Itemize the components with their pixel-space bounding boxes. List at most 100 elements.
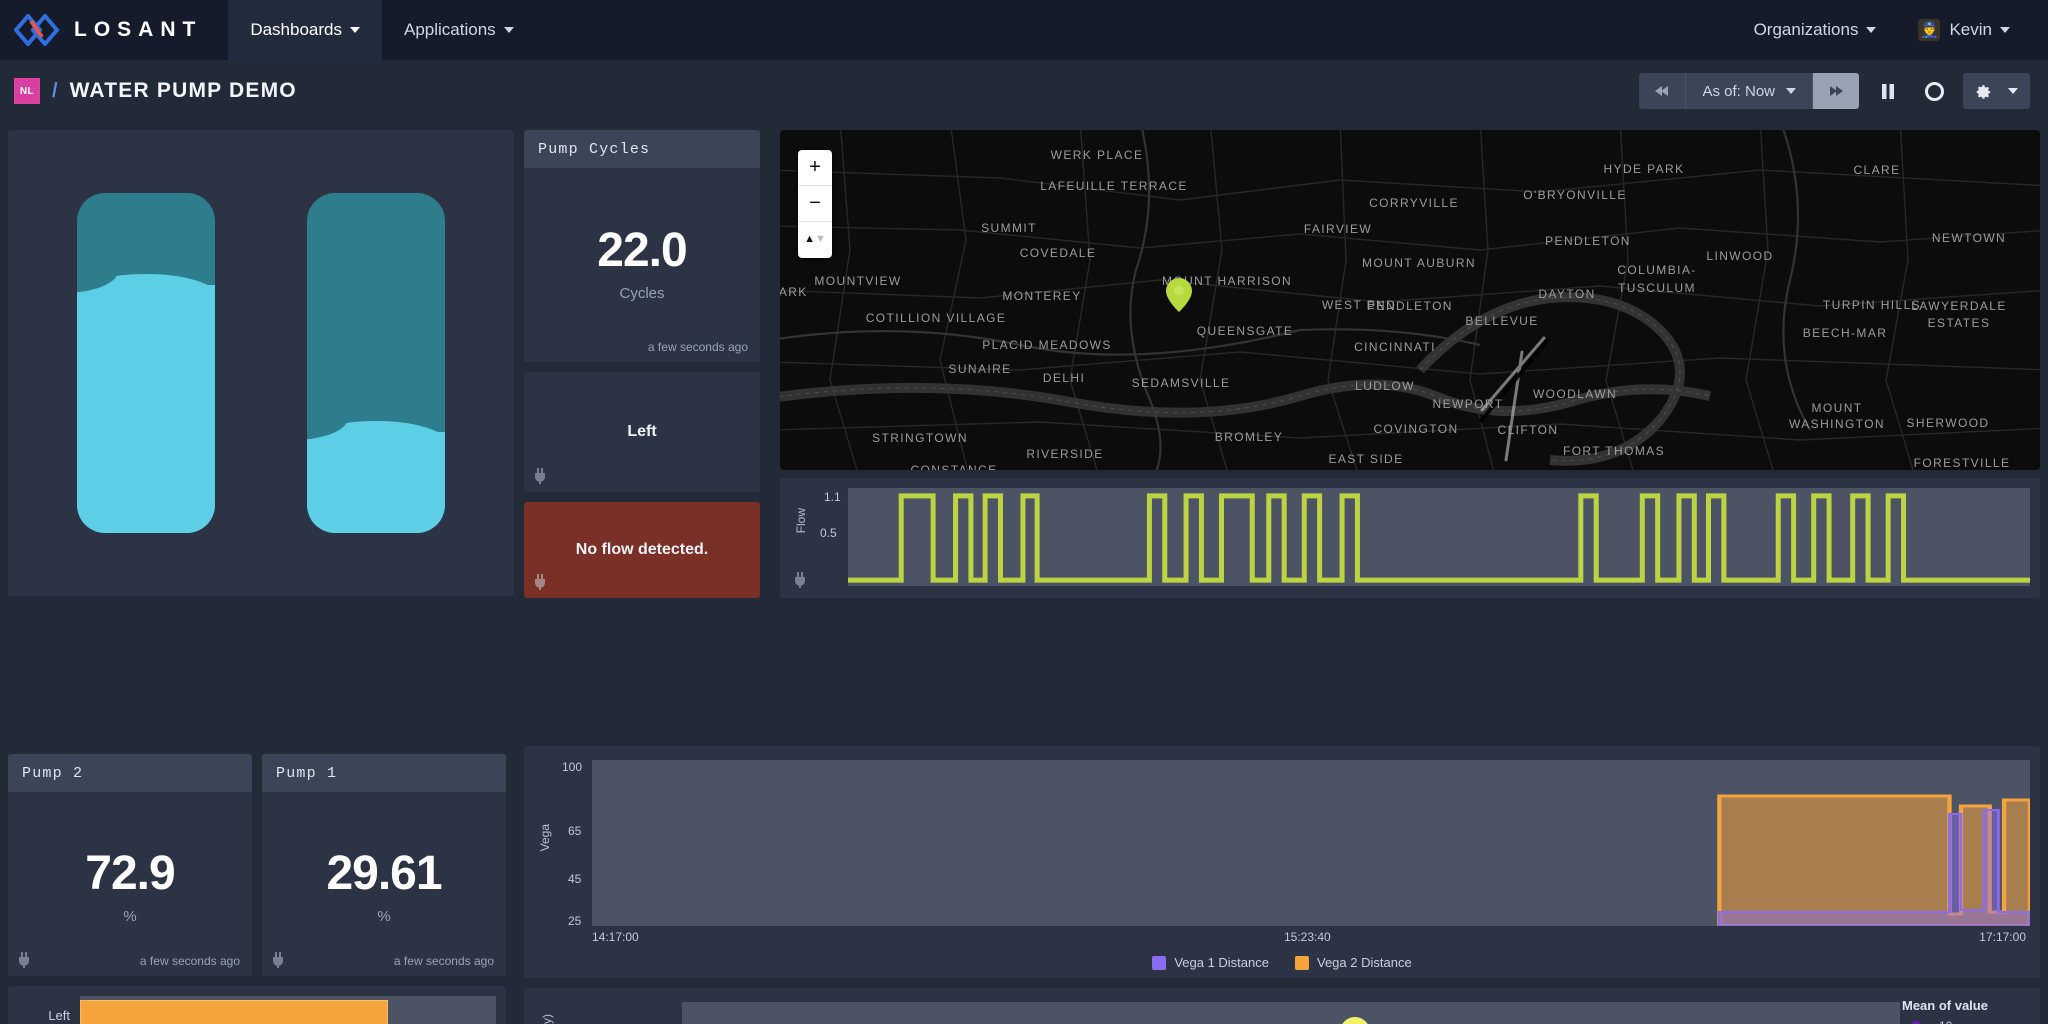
map-label: MONTEREY	[1002, 289, 1082, 303]
map-label: BROMLEY	[1214, 430, 1284, 444]
user-avatar-icon: 👮	[1918, 19, 1941, 41]
scatter-axis-label: time (day)	[540, 1014, 554, 1024]
plug-icon	[534, 574, 546, 590]
flow-axis-label: Flow	[794, 508, 808, 534]
map-label: COTILLION VILLAGE	[865, 311, 1007, 325]
pump2-value-group: 72.9 %	[8, 849, 252, 925]
map-label: O'BRYONVILLE	[1523, 188, 1627, 202]
scatter-legend: Mean of value 10 20 30	[1902, 998, 2030, 1024]
map-label: STRINGTOWN	[872, 431, 968, 445]
map-label: FORT THOMAS	[1562, 444, 1666, 458]
pump-cycles-timestamp: a few seconds ago	[647, 340, 748, 354]
zoom-out-button[interactable]: −	[798, 186, 832, 222]
gear-icon	[1976, 84, 1991, 99]
as-of-selector[interactable]: As of: Now	[1685, 73, 1813, 109]
vega-xtick-end: 17:17:00	[1979, 930, 2026, 944]
brand[interactable]: LOSANT	[0, 0, 228, 60]
map-label: PLACID MEADOWS	[982, 338, 1112, 352]
pump1-block[interactable]: Pump 1 29.61 % a few seconds ago	[262, 754, 506, 976]
map-zoom-controls[interactable]: + − ▲ ▼	[798, 150, 832, 258]
as-of-label: As of: Now	[1702, 82, 1775, 100]
chevron-down-icon	[1786, 88, 1796, 94]
no-flow-alert-label: No flow detected.	[575, 541, 709, 558]
app-badge[interactable]: NL	[14, 78, 40, 104]
nav-item-dashboards[interactable]: Dashboards	[228, 0, 382, 60]
pump2-timestamp: a few seconds ago	[139, 954, 240, 968]
vega1-legend-label: Vega 1 Distance	[1174, 955, 1269, 970]
map-label: WOODLAWN	[1532, 387, 1618, 401]
nav-item-organizations[interactable]: Organizations	[1738, 20, 1893, 40]
map-tilt-button[interactable]: ▲ ▼	[798, 222, 832, 258]
scatter-point-1	[1340, 1017, 1370, 1024]
scatter-legend-item-10[interactable]: 10	[1902, 1019, 2030, 1024]
no-flow-alert-block[interactable]: No flow detected.	[524, 502, 760, 598]
map-pin-icon[interactable]	[1166, 278, 1192, 312]
pump2-block[interactable]: Pump 2 72.9 % a few seconds ago	[8, 754, 252, 976]
map-label: SEDAMSVILLE	[1131, 376, 1231, 390]
zoom-in-button[interactable]: +	[798, 150, 832, 186]
plug-icon	[272, 952, 284, 968]
plug-icon	[534, 468, 546, 484]
pump1-value: 29.61	[326, 846, 442, 900]
map-label: DAYTON	[1538, 287, 1596, 301]
pump-cycles-block[interactable]: Pump Cycles 22.0 Cycles a few seconds ag…	[524, 130, 760, 362]
chevron-down-icon	[350, 27, 360, 33]
user-menu[interactable]: 👮 Kevin	[1902, 19, 2026, 41]
pump-cycles-header: Pump Cycles	[524, 130, 760, 168]
map-label: COVINGTON	[1373, 422, 1459, 436]
pause-icon	[1882, 83, 1894, 99]
map-label: LINWOOD	[1706, 249, 1774, 263]
tank-fill-right	[307, 418, 445, 533]
rewind-icon	[1655, 86, 1669, 96]
vega2-legend-swatch	[1295, 955, 1309, 970]
time-forward-button[interactable]	[1813, 73, 1859, 109]
dashboard-header: NL / WATER PUMP DEMO As of: Now	[0, 60, 2048, 122]
breadcrumb-separator: /	[52, 79, 58, 102]
nav-item-applications[interactable]: Applications	[382, 0, 536, 60]
dual-tank-gauge-block[interactable]	[8, 130, 514, 596]
nav-right-group: Organizations 👮 Kevin	[1738, 0, 2048, 60]
map-label: CINCINNATI	[1354, 340, 1436, 354]
vega1-legend-swatch	[1152, 955, 1167, 970]
dashboard-grid: Pump Cycles 22.0 Cycles a few seconds ag…	[0, 122, 2048, 1024]
map-label: LAFEUILLE TERRACE	[1040, 179, 1188, 193]
tank-gauge-right	[307, 193, 445, 533]
left-indicator-block[interactable]: Left	[524, 372, 760, 492]
scatter-legend-title: Mean of value	[1902, 998, 1988, 1013]
map-label: EAST SIDE	[1328, 452, 1404, 466]
map-label: TURPIN HILLS	[1822, 298, 1922, 312]
vega-plot-area	[592, 760, 2033, 928]
flow-chart-block[interactable]: Flow 1.1 0.5	[780, 478, 2040, 598]
map-label: RIVERSIDE	[1026, 447, 1104, 461]
map-label: SUNAIRE	[948, 362, 1012, 376]
map-label: ESTATES	[1927, 316, 1991, 330]
left-indicator-label: Left	[627, 423, 657, 440]
vega2-legend-label: Vega 2 Distance	[1317, 955, 1412, 970]
plug-icon	[794, 572, 806, 588]
map-label: SHERWOOD	[1906, 416, 1990, 430]
time-day-scatter-block[interactable]: time (day) Wednesday Thursday Mean of va…	[524, 988, 2040, 1024]
vega-plot-series	[1717, 794, 2033, 928]
pause-button[interactable]	[1871, 74, 1905, 108]
settings-button[interactable]	[1963, 73, 2030, 109]
vega-legend-item-1[interactable]: Vega 1 Distance	[1152, 955, 1269, 970]
flow-plot-area	[848, 488, 2030, 586]
vega-legend-item-2[interactable]: Vega 2 Distance	[1295, 955, 1412, 970]
vega-chart-block[interactable]: Vega 100 65 45 25 14:17:00 15:23:40 17:1…	[524, 746, 2040, 978]
location-map[interactable]: + − ▲ ▼ WERK PLACE LAFEUILLE TERRACE HYDE P…	[780, 130, 2040, 470]
time-navigation-bar: As of: Now	[1639, 73, 1859, 109]
refresh-button[interactable]	[1917, 74, 1951, 108]
legend-dot-10	[1910, 1020, 1922, 1024]
chevron-down-icon	[503, 27, 514, 33]
map-label: LUDLOW	[1355, 379, 1415, 393]
plug-icon	[18, 952, 30, 968]
left-right-bar-block[interactable]: Left Right	[8, 986, 506, 1024]
chevron-down-icon	[2008, 88, 2018, 94]
map-label: FORESTVILLE	[1913, 456, 2011, 470]
time-back-button[interactable]	[1639, 73, 1686, 109]
pump-cycles-value: 22.0	[597, 224, 687, 278]
location-map-block[interactable]: + − ▲ ▼ WERK PLACE LAFEUILLE TERRACE HYDE P…	[780, 130, 2040, 470]
nav-item-applications-label: Applications	[404, 20, 496, 39]
map-label: CLIFTON	[1497, 423, 1559, 437]
pump2-header: Pump 2	[8, 754, 252, 792]
